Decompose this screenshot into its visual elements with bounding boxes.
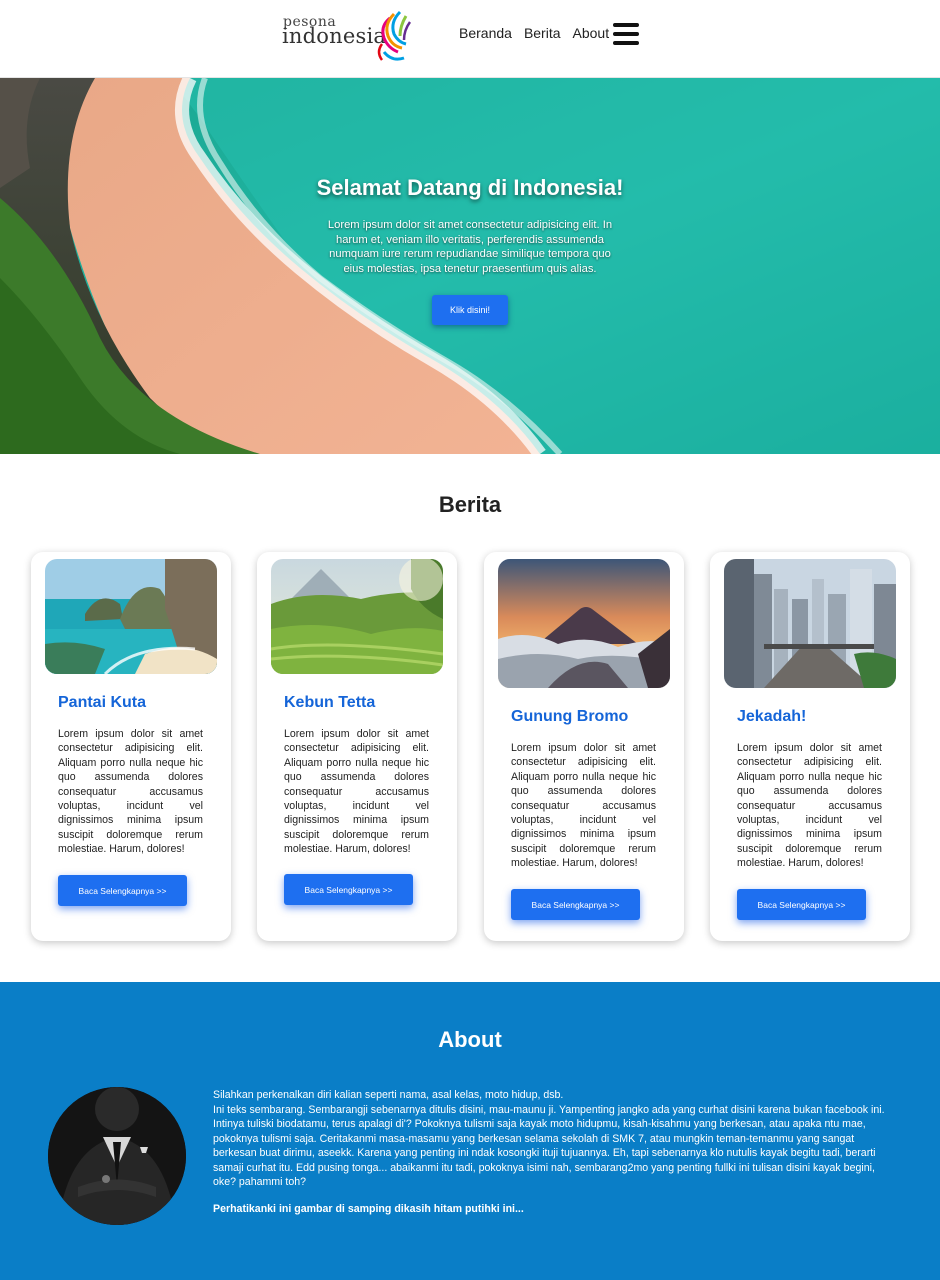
- card-text: Lorem ipsum dolor sit amet consectetur a…: [737, 742, 882, 870]
- volcano-sunrise-image: [498, 559, 670, 688]
- hero-section: Selamat Datang di Indonesia! Lorem ipsum…: [0, 78, 940, 454]
- rice-terrace-image: [271, 559, 443, 674]
- news-card-gunung-bromo: Gunung Bromo Lorem ipsum dolor sit amet …: [484, 552, 684, 941]
- card-image: [498, 559, 670, 688]
- nav-beranda[interactable]: Beranda: [459, 25, 512, 41]
- nav-berita[interactable]: Berita: [524, 25, 561, 41]
- card-text: Lorem ipsum dolor sit amet consectetur a…: [58, 728, 203, 856]
- city-skyline-image: [724, 559, 896, 688]
- card-title: Jekadah!: [737, 708, 807, 725]
- card-text: Lorem ipsum dolor sit amet consectetur a…: [284, 728, 429, 856]
- hamburger-menu-icon[interactable]: [613, 23, 639, 45]
- pesona-indonesia-logo[interactable]: pesona indonesia: [282, 8, 418, 64]
- hero-text: Lorem ipsum dolor sit amet consectetur a…: [327, 219, 613, 275]
- grayscale-portrait-image: [48, 1087, 186, 1225]
- about-text: Silahkan perkenalkan diri kalian seperti…: [213, 1088, 893, 1190]
- hero-cta-button[interactable]: Klik disini!: [432, 295, 508, 325]
- beach-cliff-image: [45, 559, 217, 674]
- navbar: pesona indonesia Beranda Berita About: [0, 0, 940, 78]
- avatar: [48, 1087, 186, 1225]
- garuda-logo-icon: [377, 10, 412, 61]
- card-text: Lorem ipsum dolor sit amet consectetur a…: [511, 742, 656, 870]
- card-image: [45, 559, 217, 674]
- nav-links: Beranda Berita About: [459, 25, 621, 41]
- news-card-jekadah: Jekadah! Lorem ipsum dolor sit amet cons…: [710, 552, 910, 941]
- nav-about[interactable]: About: [573, 25, 610, 41]
- card-title: Kebun Tetta: [284, 694, 376, 711]
- hero-title: Selamat Datang di Indonesia!: [316, 175, 624, 200]
- about-title: About: [438, 1027, 502, 1052]
- news-card-pantai-kuta: Pantai Kuta Lorem ipsum dolor sit amet c…: [31, 552, 231, 941]
- read-more-button[interactable]: Baca Selengkapnya >>: [284, 874, 413, 905]
- card-image: [271, 559, 443, 674]
- read-more-button[interactable]: Baca Selengkapnya >>: [58, 875, 187, 906]
- about-section: About Silahkan perkenalkan diri kalian s…: [0, 982, 940, 1280]
- about-intro-line: Silahkan perkenalkan diri kalian seperti…: [213, 1089, 564, 1101]
- card-image: [724, 559, 896, 688]
- about-note: Perhatikanki ini gambar di samping dikas…: [213, 1203, 524, 1215]
- about-body: Ini teks sembarang. Sembarangji sebenarn…: [213, 1103, 885, 1189]
- berita-title: Berita: [438, 492, 502, 517]
- news-card-kebun-tetta: Kebun Tetta Lorem ipsum dolor sit amet c…: [257, 552, 457, 941]
- card-title: Gunung Bromo: [511, 708, 629, 725]
- read-more-button[interactable]: Baca Selengkapnya >>: [511, 889, 640, 920]
- card-title: Pantai Kuta: [58, 694, 147, 711]
- read-more-button[interactable]: Baca Selengkapnya >>: [737, 889, 866, 920]
